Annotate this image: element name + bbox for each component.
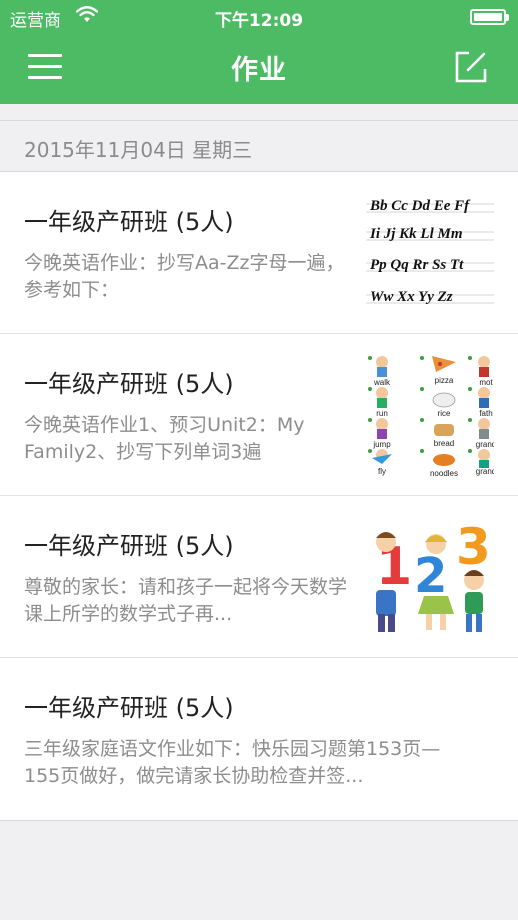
- vocab-word: fly: [378, 467, 386, 476]
- item-title: 一年级产研班 (5人): [24, 208, 234, 236]
- vocab-word: grand: [476, 467, 494, 476]
- homework-list: 一年级产研班 (5人) 今晚英语作业：抄写Aa-Zz字母一遍，参考如下： Bb …: [0, 172, 518, 821]
- numbers-thumbnail: 1 2 3: [366, 514, 494, 640]
- nav-bar: 作业: [0, 34, 518, 104]
- vocab-word: fath: [479, 409, 492, 418]
- vocab-word: bread: [434, 439, 454, 448]
- item-description: 三年级家庭语文作业如下：快乐园习题第153页—155页做好，做完请家长协助检查并…: [24, 738, 441, 787]
- item-title: 一年级产研班 (5人): [24, 532, 234, 560]
- status-time: 下午12:09: [214, 11, 304, 31]
- item-title: 一年级产研班 (5人): [24, 694, 234, 722]
- page-title: 作业: [231, 55, 287, 86]
- alphabet-thumbnail: Bb Cc Dd Ee Ff Ii Jj Kk Ll Mm Pp Qq Rr S…: [366, 190, 494, 316]
- item-title: 一年级产研班 (5人): [24, 370, 234, 398]
- vocab-word: grand: [476, 440, 494, 449]
- item-description: 尊敬的家长：请和孩子一起将今天数学课上所学的数学式子再...: [24, 576, 348, 625]
- app-header: 运营商 下午12:09 作业: [0, 0, 518, 104]
- alphabet-row: Ww Xx Yy Zz: [370, 289, 453, 305]
- vocab-word: jump: [372, 440, 391, 449]
- vocab-word: noodles: [430, 469, 458, 478]
- status-bar: 运营商 下午12:09: [0, 0, 518, 34]
- alphabet-row: Bb Cc Dd Ee Ff: [369, 198, 471, 214]
- vocab-word: pizza: [435, 376, 454, 385]
- vocabulary-thumbnail: walk pizza mot run rice fath jump bread …: [366, 352, 494, 478]
- list-item[interactable]: 一年级产研班 (5人) 今晚英语作业1、预习Unit2：My Family2、抄…: [0, 334, 518, 496]
- list-item[interactable]: 一年级产研班 (5人) 尊敬的家长：请和孩子一起将今天数学课上所学的数学式子再.…: [0, 496, 518, 658]
- list-item[interactable]: 一年级产研班 (5人) 今晚英语作业：抄写Aa-Zz字母一遍，参考如下： Bb …: [0, 172, 518, 334]
- vocab-word: mot: [479, 378, 493, 387]
- number-glyph: 2: [414, 548, 447, 604]
- alphabet-row: Ii Jj Kk Ll Mm: [369, 226, 463, 242]
- date-label: 2015年11月04日 星期三: [24, 138, 253, 162]
- vocab-word: walk: [373, 378, 391, 387]
- alphabet-row: Pp Qq Rr Ss Tt: [370, 257, 464, 273]
- item-description: 今晚英语作业1、预习Unit2：My Family2、抄写下列单词3遍: [24, 414, 305, 463]
- vocab-word: rice: [438, 409, 451, 418]
- vocab-word: run: [376, 409, 388, 418]
- item-description: 今晚英语作业：抄写Aa-Zz字母一遍，参考如下：: [24, 252, 345, 301]
- list-item[interactable]: 一年级产研班 (5人) 三年级家庭语文作业如下：快乐园习题第153页—155页做…: [0, 658, 518, 820]
- battery-icon: [470, 9, 509, 25]
- compose-icon[interactable]: [454, 50, 488, 84]
- date-section-header: 2015年11月04日 星期三: [0, 120, 518, 172]
- number-glyph: 3: [456, 518, 491, 576]
